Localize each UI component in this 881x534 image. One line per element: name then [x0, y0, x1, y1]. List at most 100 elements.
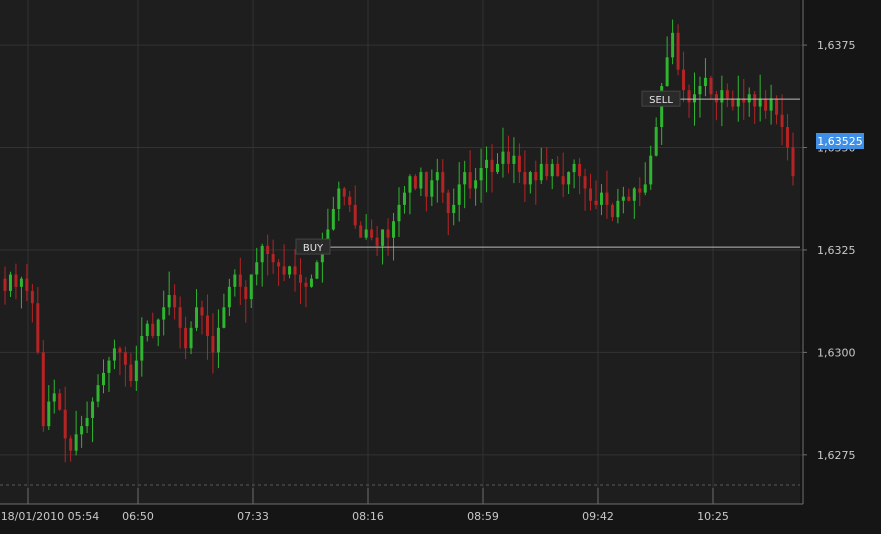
candle-body	[791, 147, 795, 177]
candle-body	[331, 208, 335, 230]
candle-body	[703, 77, 707, 87]
candle-body	[238, 274, 242, 287]
candle-body	[496, 163, 499, 173]
candle-body	[299, 274, 302, 283]
candle-body	[123, 352, 127, 365]
candle-body	[118, 348, 122, 353]
candle-body	[545, 163, 549, 177]
trading-chart[interactable]: BUYSELL 1,62751,63001,63251,63501,637518…	[0, 0, 881, 534]
candle-body	[769, 98, 773, 111]
candle-body	[676, 32, 680, 70]
candle-body	[693, 94, 696, 103]
candle-body	[419, 172, 423, 189]
candle-body	[216, 327, 220, 353]
candle-body	[91, 401, 95, 418]
candle-body	[370, 229, 374, 238]
candle-body	[304, 282, 308, 287]
candle-body	[775, 98, 779, 115]
candle-body	[698, 86, 702, 95]
candle-body	[517, 155, 521, 173]
candle-body	[315, 262, 319, 279]
candle-body	[36, 303, 40, 353]
candle-body	[643, 184, 647, 193]
candle-body	[271, 254, 275, 263]
candle-body	[63, 409, 67, 439]
candle-body	[386, 229, 390, 238]
candle-body	[556, 163, 560, 177]
candle-body	[151, 323, 155, 336]
candle-body	[485, 159, 489, 168]
x-tick-label: 08:59	[467, 510, 499, 523]
candle-body	[747, 94, 751, 103]
candle-body	[288, 266, 292, 275]
candle-body	[255, 262, 259, 275]
x-tick-label: 10:25	[697, 510, 729, 523]
y-tick-label: 1,6325	[817, 244, 856, 257]
candle-body	[539, 163, 543, 181]
candle-body	[786, 127, 790, 148]
candle-body	[309, 278, 313, 287]
candle-body	[682, 69, 686, 91]
candle-body	[30, 290, 34, 304]
sell-label: SELL	[649, 95, 673, 106]
candle-body	[457, 184, 461, 205]
candle-body	[627, 196, 631, 201]
candle-body	[764, 98, 768, 111]
candle-body	[222, 307, 226, 328]
candle-body	[167, 295, 171, 308]
candle-body	[145, 323, 149, 336]
candle-body	[468, 172, 472, 189]
candle-body	[402, 192, 406, 205]
plot-area[interactable]	[0, 0, 800, 504]
candle-body	[610, 204, 614, 218]
candle-body	[408, 176, 412, 193]
candle-body	[162, 307, 166, 320]
candle-body	[665, 57, 669, 87]
candle-body	[233, 274, 237, 287]
buy-label: BUY	[303, 243, 324, 254]
candle-body	[430, 180, 434, 197]
candle-body	[654, 127, 658, 156]
candle-body	[638, 188, 642, 193]
candle-body	[85, 417, 89, 427]
candle-body	[413, 176, 417, 189]
candle-body	[506, 151, 510, 164]
candle-body	[594, 200, 598, 205]
candle-body	[561, 176, 565, 185]
y-tick-label: 1,6300	[817, 346, 856, 359]
candle-body	[282, 266, 286, 275]
candle-body	[599, 192, 603, 205]
candle-body	[479, 168, 483, 181]
candle-body	[605, 192, 609, 205]
candle-body	[435, 172, 439, 181]
candle-body	[184, 327, 188, 349]
candle-body	[25, 278, 29, 291]
candle-body	[550, 163, 554, 177]
candle-body	[69, 438, 73, 451]
candle-body	[359, 225, 363, 238]
candle-body	[80, 426, 84, 435]
y-tick-label: 1,6375	[817, 39, 856, 52]
candle-body	[567, 172, 571, 185]
x-tick-label: 07:33	[237, 510, 269, 523]
candle-body	[293, 266, 297, 275]
candle-body	[474, 180, 478, 189]
x-tick-label: 08:16	[352, 510, 384, 523]
candle-body	[41, 352, 45, 427]
candle-body	[463, 172, 467, 185]
candle-body	[671, 32, 675, 58]
candle-body	[621, 196, 625, 201]
candle-body	[244, 286, 248, 300]
candle-body	[589, 188, 593, 201]
candle-body	[397, 204, 401, 222]
candle-body	[337, 188, 341, 209]
candle-body	[725, 90, 729, 99]
candle-body	[156, 319, 160, 336]
candle-body	[452, 204, 456, 214]
x-tick-label: 18/01/2010 05:54	[1, 510, 100, 523]
candle-body	[205, 315, 209, 336]
candle-body	[353, 204, 357, 226]
candle-body	[720, 90, 724, 103]
candlestick-chart-svg[interactable]: BUYSELL 1,62751,63001,63251,63501,637518…	[0, 0, 881, 534]
candle-body	[8, 274, 12, 291]
